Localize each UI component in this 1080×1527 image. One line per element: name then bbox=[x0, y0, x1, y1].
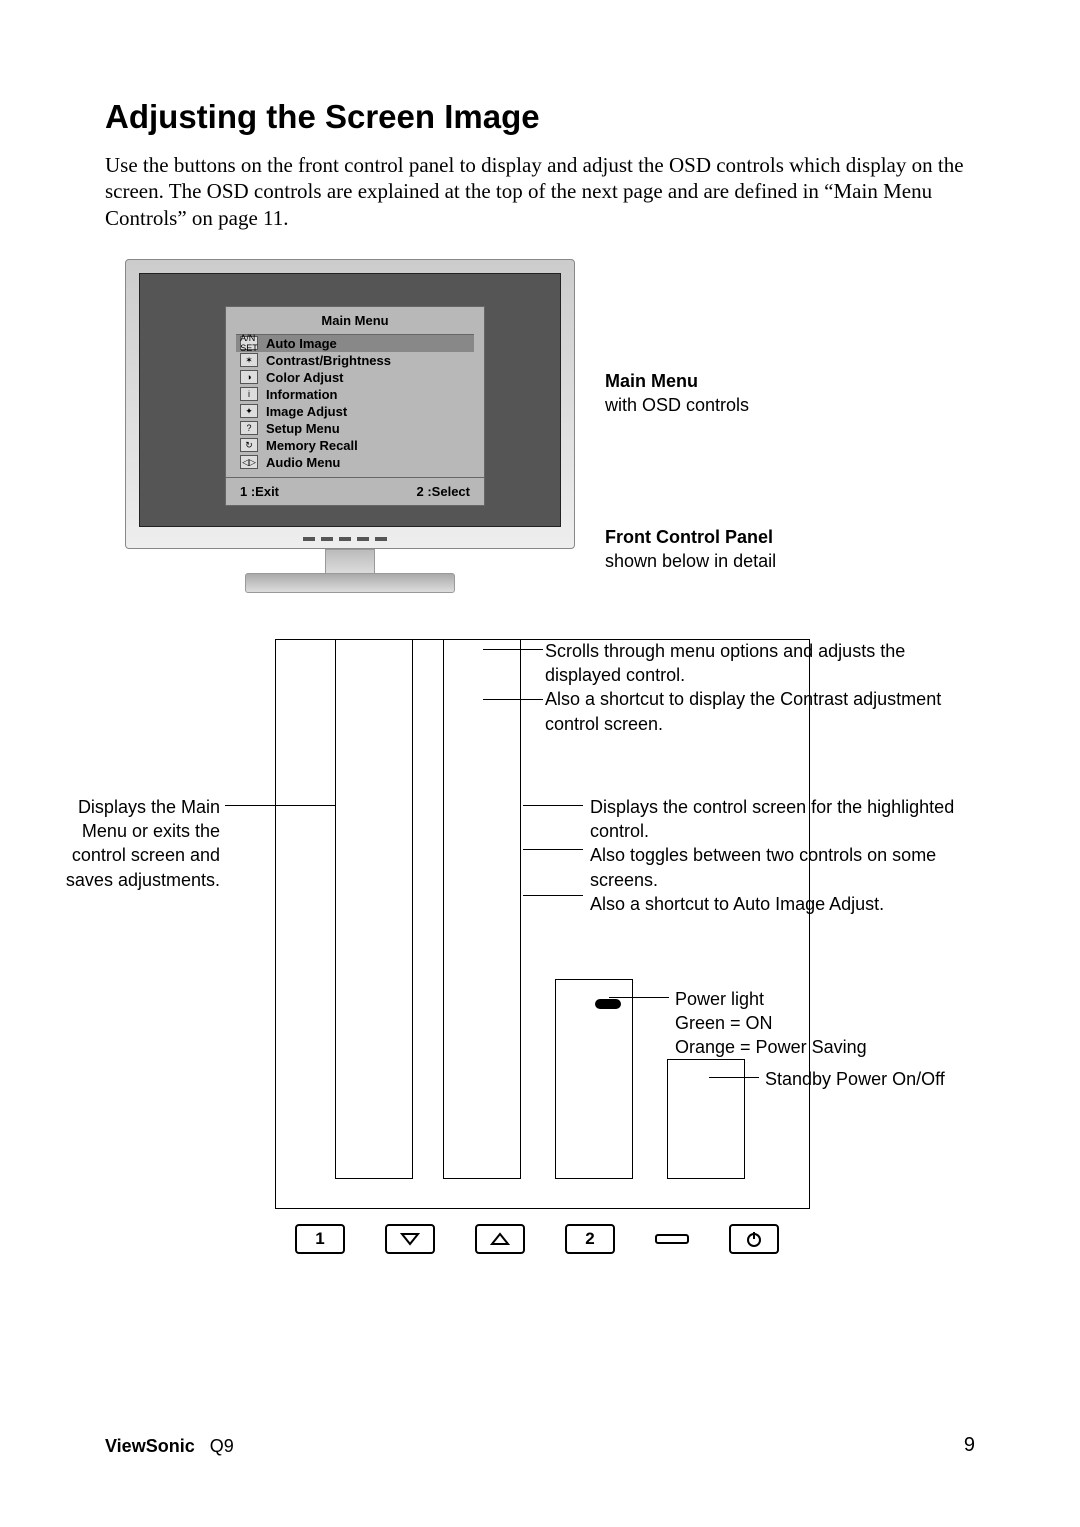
audio-icon: ◁▷ bbox=[240, 455, 258, 469]
osd-list: A/N SET Auto Image ✶ Contrast/Brightness… bbox=[236, 334, 474, 471]
callout-standby: Standby Power On/Off bbox=[765, 1067, 965, 1091]
setup-icon: ? bbox=[240, 421, 258, 435]
callout-button2: Displays the control screen for the high… bbox=[590, 795, 970, 916]
contrast-icon: ✶ bbox=[240, 353, 258, 367]
fcp-title: Front Control Panel bbox=[605, 525, 776, 549]
button-2[interactable]: 2 bbox=[565, 1224, 615, 1254]
osd-item-label: Information bbox=[266, 387, 338, 402]
power-icon bbox=[745, 1230, 763, 1248]
intro-paragraph: Use the buttons on the front control pan… bbox=[105, 152, 975, 231]
led-column bbox=[555, 979, 633, 1179]
button-1[interactable]: 1 bbox=[295, 1224, 345, 1254]
osd-item-image-adjust[interactable]: ✦ Image Adjust bbox=[236, 403, 474, 420]
osd-item-setup[interactable]: ? Setup Menu bbox=[236, 420, 474, 437]
callout-button2-line3: Also a shortcut to Auto Image Adjust. bbox=[590, 892, 970, 916]
information-icon: i bbox=[240, 387, 258, 401]
main-menu-title: Main Menu bbox=[605, 369, 749, 393]
image-adjust-icon: ✦ bbox=[240, 404, 258, 418]
callout-scroll-line1: Scrolls through menu options and adjusts… bbox=[545, 639, 975, 688]
page-number: 9 bbox=[964, 1434, 975, 1457]
osd-title: Main Menu bbox=[226, 307, 484, 334]
osd-item-label: Auto Image bbox=[266, 336, 337, 351]
triangle-down-icon bbox=[400, 1232, 420, 1246]
osd-exit-label: 1 :Exit bbox=[240, 484, 279, 499]
osd-item-label: Color Adjust bbox=[266, 370, 344, 385]
monitor-stand-base bbox=[245, 573, 455, 593]
osd-item-contrast[interactable]: ✶ Contrast/Brightness bbox=[236, 352, 474, 369]
monitor-front-buttons bbox=[295, 535, 395, 543]
callout-scroll: Scrolls through menu options and adjusts… bbox=[545, 639, 975, 736]
osd-footer: 1 :Exit 2 :Select bbox=[226, 477, 484, 505]
page-heading: Adjusting the Screen Image bbox=[105, 98, 975, 136]
power-light-line2: Green = ON bbox=[675, 1011, 975, 1035]
osd-item-auto-image[interactable]: A/N SET Auto Image bbox=[236, 335, 474, 352]
osd-item-label: Image Adjust bbox=[266, 404, 347, 419]
page-footer: ViewSonic Q9 bbox=[105, 1436, 234, 1457]
button-up[interactable] bbox=[475, 1224, 525, 1254]
standby-line: Standby Power On/Off bbox=[765, 1067, 965, 1091]
power-light-line1: Power light bbox=[675, 987, 975, 1011]
monitor-screen: Main Menu A/N SET Auto Image ✶ Contrast/… bbox=[139, 273, 561, 527]
osd-item-info[interactable]: i Information bbox=[236, 386, 474, 403]
osd-item-memory[interactable]: ↻ Memory Recall bbox=[236, 437, 474, 454]
button-row: 1 2 bbox=[295, 1224, 779, 1254]
monitor-stand-neck bbox=[325, 549, 375, 575]
button1-column bbox=[335, 639, 413, 1179]
front-control-panel-label: Front Control Panel shown below in detai… bbox=[605, 525, 776, 574]
osd-select-label: 2 :Select bbox=[417, 484, 470, 499]
callout-button2-line1: Displays the control screen for the high… bbox=[590, 795, 970, 844]
osd-item-label: Audio Menu bbox=[266, 455, 340, 470]
osd-panel: Main Menu A/N SET Auto Image ✶ Contrast/… bbox=[225, 306, 485, 506]
button-down[interactable] bbox=[385, 1224, 435, 1254]
main-menu-sub: with OSD controls bbox=[605, 393, 749, 417]
auto-image-icon: A/N SET bbox=[240, 336, 258, 350]
osd-item-color[interactable]: ◑ Color Adjust bbox=[236, 369, 474, 386]
osd-item-audio[interactable]: ◁▷ Audio Menu bbox=[236, 454, 474, 471]
callout-button1-text: Displays the Main Menu or exits the cont… bbox=[45, 795, 220, 892]
power-led-icon bbox=[595, 999, 621, 1009]
memory-recall-icon: ↻ bbox=[240, 438, 258, 452]
main-menu-side-label: Main Menu with OSD controls bbox=[605, 369, 749, 418]
callout-button1: Displays the Main Menu or exits the cont… bbox=[45, 795, 220, 892]
power-led-slot bbox=[655, 1234, 689, 1244]
arrows-column bbox=[443, 639, 521, 1179]
triangle-up-icon bbox=[490, 1232, 510, 1246]
color-adjust-icon: ◑ bbox=[240, 370, 258, 384]
callout-scroll-line2: Also a shortcut to display the Contrast … bbox=[545, 687, 975, 736]
callout-button2-line2: Also toggles between two controls on som… bbox=[590, 843, 970, 892]
callout-power-light: Power light Green = ON Orange = Power Sa… bbox=[675, 987, 975, 1060]
osd-item-label: Memory Recall bbox=[266, 438, 358, 453]
fcp-sub: shown below in detail bbox=[605, 549, 776, 573]
osd-item-label: Setup Menu bbox=[266, 421, 340, 436]
osd-item-label: Contrast/Brightness bbox=[266, 353, 391, 368]
front-panel-diagram: Scrolls through menu options and adjusts… bbox=[105, 639, 975, 1279]
button-power[interactable] bbox=[729, 1224, 779, 1254]
power-light-line3: Orange = Power Saving bbox=[675, 1035, 975, 1059]
monitor-figure: Main Menu A/N SET Auto Image ✶ Contrast/… bbox=[105, 259, 975, 599]
footer-brand: ViewSonic bbox=[105, 1436, 195, 1456]
footer-model: Q9 bbox=[210, 1436, 234, 1456]
